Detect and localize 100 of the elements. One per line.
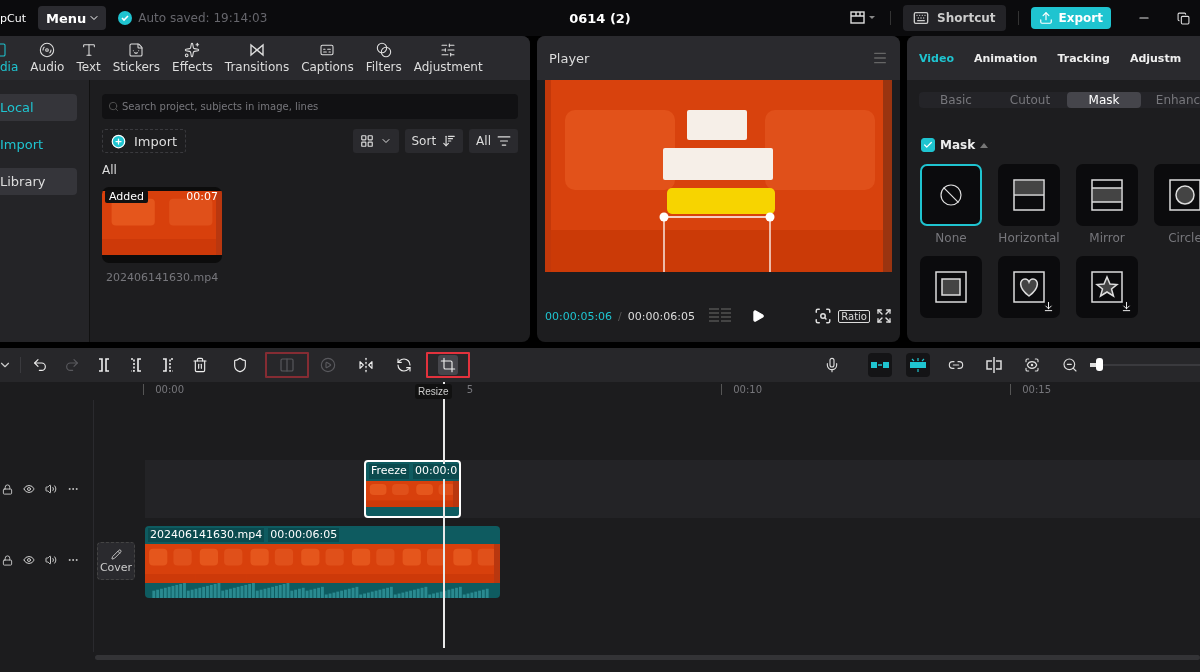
mask-option[interactable] — [1076, 164, 1138, 226]
media-tab[interactable]: Stickers — [112, 42, 161, 74]
horizontal-scrollbar[interactable] — [95, 655, 1200, 660]
no-mask-icon — [939, 183, 963, 207]
check-circle-icon — [118, 11, 133, 25]
restore-icon[interactable] — [1177, 11, 1190, 25]
ruler-label: 00:15 — [1010, 384, 1051, 395]
volume-icon[interactable] — [45, 483, 57, 495]
total-time: 00:00:06:05 — [627, 309, 695, 323]
media-tab[interactable]: Filters — [365, 42, 402, 74]
main-track-magnet-icon — [871, 360, 889, 370]
sub-tab[interactable]: Cutout — [993, 92, 1067, 108]
autosave-status: Auto saved: 19:14:03 — [138, 11, 268, 25]
horizontal-mask-icon — [1013, 179, 1045, 211]
caret-icon[interactable] — [980, 142, 989, 148]
check-icon — [923, 140, 933, 150]
mask-label: Mirror — [1089, 231, 1125, 245]
clip-duration: 00:00:06:05 — [268, 528, 340, 543]
sidebar-item[interactable]: Library — [0, 168, 77, 195]
bowtie-icon — [249, 42, 265, 58]
media-tab[interactable]: Effects — [172, 42, 213, 74]
search-field[interactable]: Search project, subjects in image, lines — [102, 94, 518, 119]
inspector-tab[interactable]: Animation — [974, 51, 1038, 65]
filters-icon — [375, 42, 392, 58]
sparkle-icon — [184, 42, 201, 58]
time-separator: / — [618, 309, 622, 323]
video-clip[interactable]: Freeze 00:00:0 — [364, 460, 461, 518]
sticker-icon — [128, 42, 145, 58]
media-tab[interactable]: Text — [76, 42, 101, 74]
ruler-label: 00:00 — [143, 384, 184, 395]
mask-option[interactable] — [920, 164, 982, 226]
timeline-tool-button[interactable] — [906, 353, 930, 377]
sort-button[interactable]: Sort — [404, 129, 464, 153]
fit-view-icon[interactable] — [814, 307, 833, 325]
fullscreen-icon[interactable] — [876, 308, 892, 324]
zoom-out-icon — [1062, 357, 1078, 373]
sidebar-item[interactable]: Local — [0, 94, 77, 121]
media-tab[interactable]: Adjustment — [413, 42, 483, 74]
sliders-icon — [440, 42, 457, 58]
inspector-tab[interactable]: Video — [919, 51, 954, 65]
media-thumbnail[interactable]: Added 00:07 — [102, 187, 222, 263]
music-disc-icon — [39, 42, 56, 58]
grid-view-icon — [359, 134, 374, 148]
media-tab[interactable]: Audio — [30, 42, 65, 74]
app-logo: pCut — [0, 11, 26, 25]
plus-circle-icon — [111, 133, 126, 149]
menu-icon[interactable] — [872, 50, 888, 66]
mask-option[interactable] — [998, 164, 1060, 226]
lock-icon[interactable] — [2, 554, 13, 566]
mask-checkbox[interactable] — [921, 138, 935, 152]
captions-icon — [319, 42, 336, 58]
pencil-icon — [110, 548, 122, 560]
file-name: 202406141630.mp4 — [105, 271, 220, 284]
sub-tab[interactable]: Mask — [1067, 92, 1141, 108]
star-mask-icon — [1091, 271, 1123, 303]
section-title: Mask — [940, 138, 976, 152]
timeline-tool-button[interactable] — [868, 353, 892, 377]
tooltip: Resize — [415, 384, 452, 399]
filter-button[interactable]: All — [469, 129, 518, 153]
shortcut-button[interactable]: Shortcut — [903, 5, 1006, 31]
play-icon[interactable] — [750, 309, 765, 323]
eye-icon[interactable] — [23, 554, 35, 566]
mask-option[interactable] — [1154, 164, 1200, 226]
media-tab[interactable]: Captions — [301, 42, 354, 74]
volume-icon[interactable] — [45, 554, 57, 566]
microphone-icon — [824, 357, 840, 373]
sidebar-item[interactable]: Import — [0, 131, 77, 158]
panel-title: Player — [549, 50, 590, 66]
zoom-fit-icon — [1024, 357, 1040, 373]
mask-option[interactable] — [1076, 256, 1138, 318]
menu-button[interactable]: Menu — [37, 6, 107, 30]
import-button[interactable]: Import — [102, 129, 187, 153]
keyboard-icon — [913, 10, 930, 26]
inspector-tab[interactable]: Tracking — [1057, 51, 1110, 65]
media-tab[interactable]: Transitions — [224, 42, 290, 74]
mask-label: None — [935, 231, 967, 245]
preview-axis-icon — [985, 357, 1003, 373]
ruler-label: 00:10 — [721, 384, 762, 395]
lock-icon[interactable] — [2, 483, 13, 495]
cover-button[interactable]: Cover — [97, 542, 135, 580]
zoom-slider-thumb[interactable] — [1095, 358, 1103, 371]
circle-mask-icon — [1169, 179, 1200, 211]
inspector-tab[interactable]: Adjustm — [1129, 51, 1182, 65]
rectangle-mask-icon — [935, 271, 967, 303]
view-options-button[interactable] — [352, 129, 399, 153]
mirror-mask-icon — [1091, 179, 1123, 211]
sort-icon — [442, 134, 457, 148]
mask-option[interactable] — [998, 256, 1060, 318]
project-title: 0614 (2) — [569, 10, 631, 26]
current-time: 00:00:05:06 — [545, 309, 613, 323]
video-clip[interactable]: 202406141630.mp4 00:00:06:05 — [145, 526, 500, 598]
mask-option[interactable] — [920, 256, 982, 318]
sub-tab[interactable]: Basic — [919, 92, 993, 108]
eye-icon[interactable] — [23, 483, 35, 495]
media-tab[interactable]: dia — [0, 42, 19, 74]
mask-label: Horizontal — [998, 231, 1060, 245]
upload-icon — [1038, 11, 1053, 25]
ratio-button[interactable]: Ratio — [838, 309, 870, 323]
download-icon — [1121, 301, 1132, 312]
snap-icon — [909, 358, 927, 372]
